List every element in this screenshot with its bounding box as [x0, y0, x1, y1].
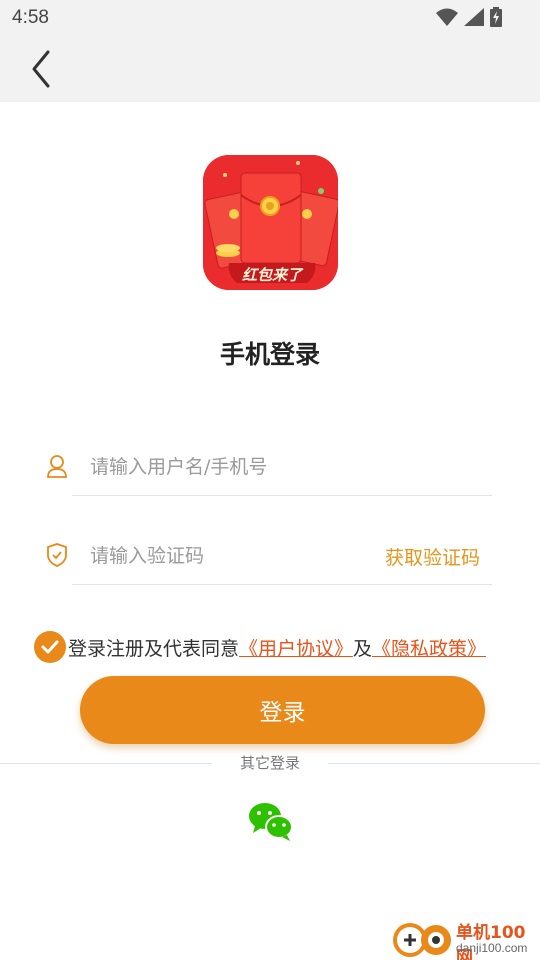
- status-bar: 4:58: [0, 0, 540, 36]
- privacy-policy-link[interactable]: 《隐私政策》: [372, 634, 486, 661]
- signal-icon: [464, 8, 484, 26]
- user-agreement-link[interactable]: 《用户协议》: [239, 634, 353, 661]
- username-field: [47, 438, 492, 496]
- back-button[interactable]: [22, 48, 62, 90]
- battery-charging-icon: [490, 7, 502, 27]
- verification-code-field: 获取验证码: [47, 527, 492, 585]
- wifi-icon: [436, 8, 458, 26]
- wechat-login-button[interactable]: [247, 800, 295, 842]
- status-icons: [436, 7, 502, 27]
- agreement-row: 登录注册及代表同意 《用户协议》 及 《隐私政策》: [34, 630, 486, 664]
- user-icon: [47, 455, 67, 478]
- username-input[interactable]: [90, 448, 370, 486]
- chevron-left-icon: [32, 50, 50, 88]
- checkmark-icon: [41, 640, 59, 654]
- status-time: 4:58: [12, 7, 49, 28]
- page-title: 手机登录: [219, 340, 320, 369]
- watermark-url: danji100.com: [456, 941, 528, 955]
- site-watermark: 单机100网 danji100.com: [390, 916, 540, 960]
- red-envelope-app-icon: 红包来了: [203, 155, 338, 290]
- app-logo: 红包来了: [203, 155, 338, 290]
- agreement-joiner: 及: [353, 637, 373, 660]
- login-button[interactable]: 登录: [80, 676, 485, 744]
- agreement-text: 登录注册及代表同意: [68, 637, 240, 660]
- watermark-logo-icon: [393, 923, 451, 957]
- nav-bar: [0, 36, 540, 102]
- verification-code-input[interactable]: [90, 537, 370, 575]
- get-code-button[interactable]: 获取验证码: [385, 543, 480, 570]
- logo-caption: 红包来了: [242, 266, 304, 284]
- other-login-label: 其它登录: [239, 754, 300, 772]
- wechat-icon: [249, 803, 293, 841]
- agreement-checkbox[interactable]: [34, 631, 66, 663]
- shield-icon: [47, 543, 67, 567]
